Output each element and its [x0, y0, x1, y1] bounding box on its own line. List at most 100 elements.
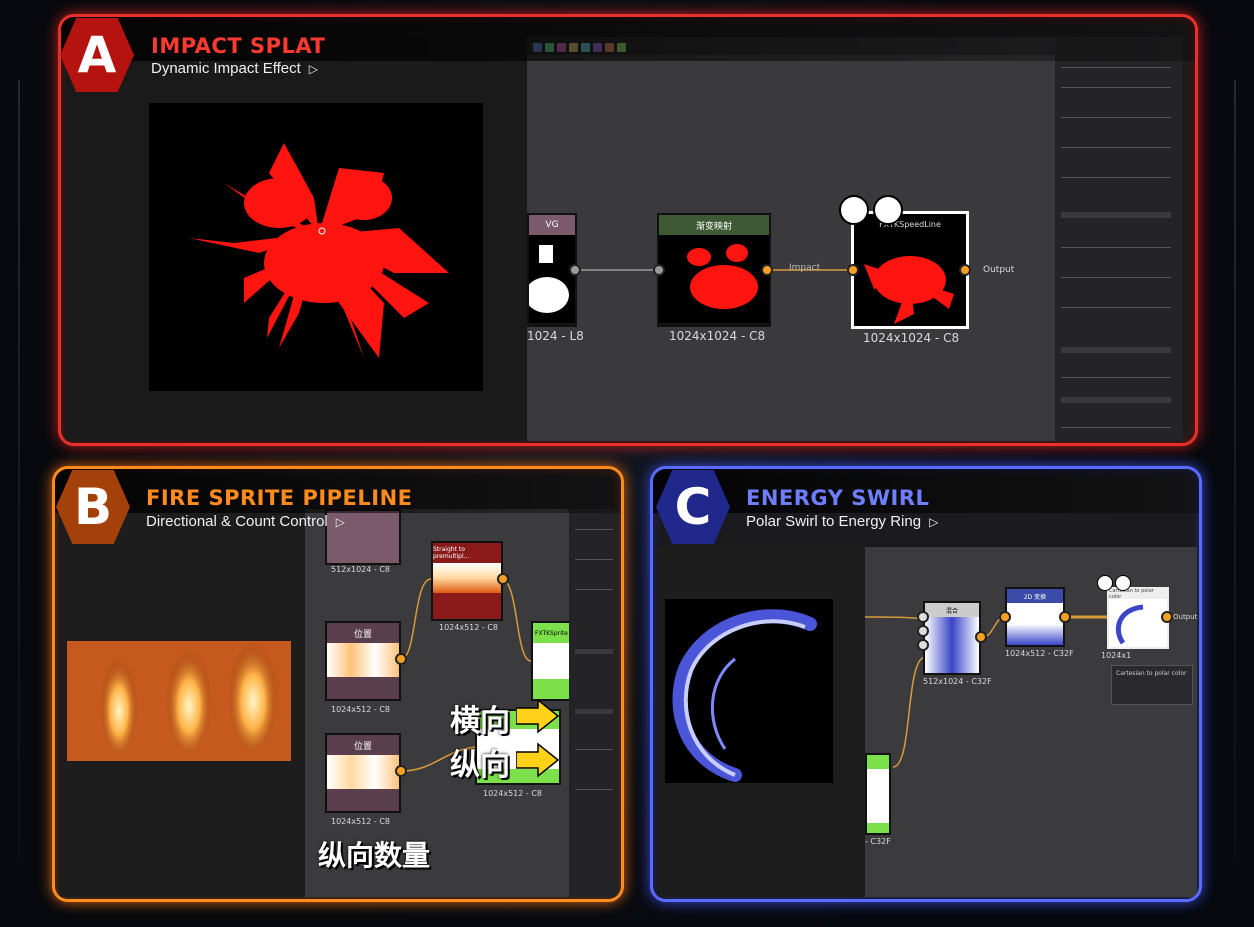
node-c-source-size: - C32F: [865, 837, 891, 846]
node-gradient-map-output-port[interactable]: [761, 264, 773, 276]
node-2d-transform-input-port[interactable]: [999, 611, 1011, 623]
node-position-2-thumb: [327, 755, 399, 789]
node-position-2[interactable]: 位置: [325, 733, 401, 813]
impact-splat-preview: [149, 103, 483, 391]
property-slider[interactable]: [575, 529, 613, 530]
property-slider[interactable]: [1061, 87, 1171, 88]
node-blend-output-port[interactable]: [975, 631, 987, 643]
play-icon[interactable]: ▷: [929, 515, 938, 529]
node-blend-size: 512x1024 - C32F: [923, 677, 992, 686]
node-gradient-map[interactable]: 渐变映射: [657, 213, 771, 327]
annotation-vertical: 纵向: [450, 748, 510, 783]
node-position-2-size: 1024x512 - C8: [331, 817, 391, 826]
node-blend-header: 混合: [925, 603, 979, 617]
panel-b-properties[interactable]: [569, 509, 619, 897]
node-fxtk-sprite-size: 1024x512 - C8: [483, 789, 543, 798]
node-tooltip: Cartesian to polar color: [1111, 665, 1193, 705]
property-section[interactable]: [575, 649, 613, 654]
panel-c-subtitle: Polar Swirl to Energy Ring ▷: [746, 513, 939, 530]
left-decor-line: [18, 80, 20, 860]
node-gradient-map-thumb: [659, 235, 769, 323]
energy-swirl-preview: [665, 599, 833, 783]
property-section[interactable]: [1061, 347, 1171, 353]
property-slider[interactable]: [1061, 177, 1171, 178]
node-fxtk-speedline-thumb: [854, 234, 966, 326]
node-position-1-size: 1024x512 - C8: [331, 705, 391, 714]
play-icon[interactable]: ▷: [336, 515, 345, 529]
property-slider[interactable]: [575, 589, 613, 590]
node-fxtk-sprite-thumb: [533, 643, 571, 679]
node-source-size: 512x1024 - C8: [331, 565, 391, 574]
yellow-arrow-icons: [516, 700, 560, 778]
checker-icon[interactable]: [873, 195, 903, 225]
annotation-vertical-count: 纵向数量: [318, 839, 431, 872]
energy-swirl-image: [672, 609, 817, 782]
node-position-2-footer: [327, 789, 399, 811]
node-blend-input-port-3[interactable]: [917, 639, 929, 651]
doc-icon[interactable]: [839, 195, 869, 225]
node-blend-thumb: [925, 617, 979, 673]
property-slider[interactable]: [1061, 67, 1171, 68]
node-c-source[interactable]: [865, 753, 891, 835]
doc-icon[interactable]: [1097, 575, 1113, 591]
output-label-c: Output: [1173, 613, 1198, 621]
node-position-2-output-port[interactable]: [395, 765, 407, 777]
property-slider[interactable]: [1061, 277, 1171, 278]
property-slider[interactable]: [1061, 377, 1171, 378]
panel-c-node-graph[interactable]: - C32F 混合 512x1024 - C32F 2D 变换 1024x512…: [865, 547, 1197, 897]
node-fxtk-speedline-header: FXTKSpeedLine: [854, 214, 966, 234]
property-section[interactable]: [1061, 397, 1171, 403]
impact-splat-image: [189, 143, 449, 358]
node-straight-thumb: [433, 563, 501, 593]
node-straight-to-premult[interactable]: Straight to premultipl...: [431, 541, 503, 621]
right-decor-line: [1234, 80, 1236, 860]
node-straight-size: 1024x512 - C8: [439, 623, 499, 632]
node-cartesian-size: 1024x1: [1101, 651, 1132, 660]
node-2d-transform-header: 2D 变换: [1007, 589, 1063, 603]
node-cartesian-header: Cartesian to polar color: [1109, 588, 1167, 600]
checker-icon[interactable]: [1115, 575, 1131, 591]
panel-a-properties[interactable]: [1055, 37, 1183, 441]
node-fxtk-sprite[interactable]: FXTKSprite: [531, 621, 573, 701]
node-fxtk-speedline-output-port[interactable]: [959, 264, 971, 276]
property-slider[interactable]: [575, 559, 613, 560]
panel-a-2d-view: [65, 37, 527, 441]
node-fxtk-speedline-input-port[interactable]: [847, 264, 859, 276]
property-slider[interactable]: [575, 749, 613, 750]
panel-a-node-graph[interactable]: VG 1024 - L8 渐变映射 1024x1024 - C8 Impact …: [525, 55, 1055, 441]
panel-b-title: FIRE SPRITE PIPELINE: [146, 486, 413, 510]
panel-energy-swirl: - C32F 混合 512x1024 - C32F 2D 变换 1024x512…: [650, 466, 1202, 902]
node-c-source-thumb: [867, 769, 889, 823]
property-slider[interactable]: [575, 789, 613, 790]
property-slider[interactable]: [1061, 117, 1171, 118]
node-position-1[interactable]: 位置: [325, 621, 401, 701]
property-section[interactable]: [575, 709, 613, 714]
node-position-1-thumb: [327, 643, 399, 677]
node-gradient-map-input-port[interactable]: [653, 264, 665, 276]
node-cartesian-output-port[interactable]: [1161, 611, 1173, 623]
property-slider[interactable]: [1061, 307, 1171, 308]
panel-c-title: ENERGY SWIRL: [746, 486, 930, 510]
node-cartesian-to-polar[interactable]: Cartesian to polar color: [1107, 587, 1169, 649]
panel-b-2d-view: [59, 509, 305, 897]
fire-sprite-preview: [67, 641, 291, 761]
panel-a-links: [581, 269, 847, 271]
property-slider[interactable]: [1061, 427, 1171, 428]
node-straight-output-port[interactable]: [497, 573, 509, 585]
play-icon[interactable]: ▷: [309, 62, 318, 76]
node-position-1-output-port[interactable]: [395, 653, 407, 665]
node-blend[interactable]: 混合: [923, 601, 981, 675]
node-fxtk-speedline[interactable]: FXTKSpeedLine: [851, 211, 969, 329]
node-blend-input-port-1[interactable]: [917, 611, 929, 623]
node-blend-input-port-2[interactable]: [917, 625, 929, 637]
node-fxtk-speedline-size: 1024x1024 - C8: [863, 331, 960, 345]
property-slider[interactable]: [1061, 147, 1171, 148]
node-2d-transform-size: 1024x512 - C32F: [1005, 649, 1074, 658]
node-gradient-map-size: 1024x1024 - C8: [669, 329, 766, 343]
node-position-2-header: 位置: [327, 735, 399, 755]
property-section[interactable]: [1061, 212, 1171, 218]
property-slider[interactable]: [1061, 247, 1171, 248]
node-2d-transform-output-port[interactable]: [1059, 611, 1071, 623]
node-position-1-footer: [327, 677, 399, 699]
node-2d-transform[interactable]: 2D 变换: [1005, 587, 1065, 647]
